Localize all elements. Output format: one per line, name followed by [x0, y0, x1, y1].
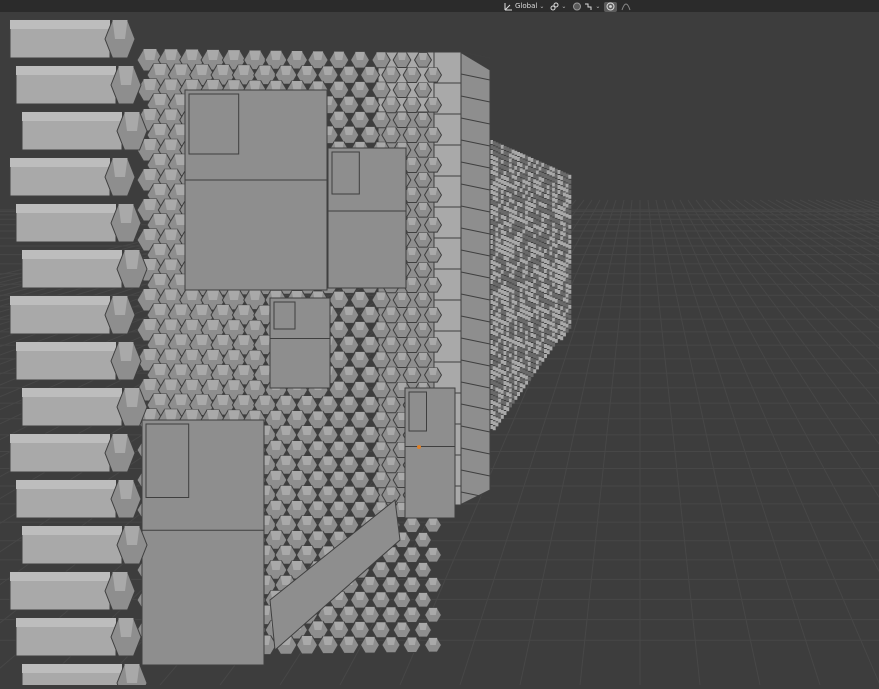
pivot-dropdown[interactable]: ⌄: [548, 2, 568, 12]
chevron-down-icon: ⌄: [561, 3, 567, 10]
chevron-down-icon: ⌄: [539, 3, 545, 10]
proportional-toggle[interactable]: [604, 1, 618, 12]
link-icon: [550, 2, 559, 11]
3d-viewport[interactable]: [0, 0, 879, 689]
transform-orientation-label: Global: [515, 2, 538, 10]
falloff-dropdown[interactable]: [619, 2, 633, 12]
scene-canvas[interactable]: [0, 0, 879, 689]
curve-icon: [621, 3, 631, 11]
viewport-header: Global ⌄ ⌄ ⌄: [0, 0, 879, 12]
left-hex-column-mesh[interactable]: [9, 19, 148, 689]
transform-orientation-dropdown[interactable]: Global ⌄: [502, 2, 546, 12]
proportional-editing-icon: [573, 2, 582, 11]
transform-orientation-icon: [504, 3, 512, 11]
object-origin-dot: [417, 445, 421, 449]
snap-icon: [585, 3, 592, 10]
chevron-down-icon: ⌄: [595, 3, 601, 10]
snap-dropdown[interactable]: ⌄: [570, 2, 602, 12]
overlay-dot-icon: [606, 2, 615, 11]
far-wall-mesh[interactable]: [490, 140, 572, 431]
transform-tools: Global ⌄ ⌄ ⌄: [502, 1, 633, 12]
